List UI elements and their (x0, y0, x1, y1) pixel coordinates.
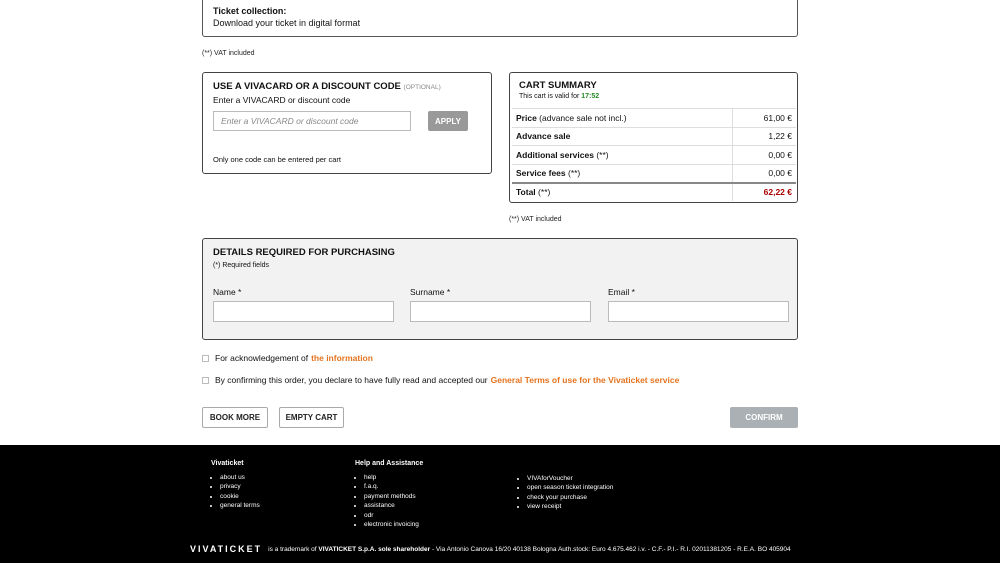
email-label: Email * (608, 287, 635, 297)
terms-consent-row: By confirming this order, you declare to… (202, 375, 679, 385)
cart-row-label: Price (516, 112, 537, 123)
cart-row-value: 0,00 € (731, 145, 796, 164)
cart-row-label: Additional services (516, 149, 594, 160)
trademark-company: VIVATICKET S.p.A. sole shareholder (318, 545, 431, 553)
footer-link-privacy[interactable]: privacy (220, 482, 260, 491)
cart-row-label: Service fees (516, 168, 566, 178)
footer-link-season-ticket[interactable]: open season ticket integration (527, 483, 613, 492)
footer-col-help: Help and Assistance help f.a.q. payment … (355, 460, 423, 529)
cart-validity: This cart is valid for 17:52 (519, 93, 599, 100)
footer-link-list: help f.a.q. payment methods assistance o… (355, 473, 423, 529)
required-fields-note: (*) Required fields (213, 262, 270, 269)
name-label: Name * (213, 287, 242, 297)
footer-link-electronic-invoicing[interactable]: electronic invoicing (364, 520, 423, 529)
footer-link-view-receipt[interactable]: view receipt (527, 502, 613, 511)
info-consent-checkbox[interactable] (202, 354, 209, 362)
footer-link-check-purchase[interactable]: check your purchase (527, 493, 613, 502)
name-field[interactable] (213, 301, 394, 322)
cart-row-value: 0,00 € (731, 163, 796, 183)
discount-title-text: USE A VIVACARD OR A DISCOUNT CODE (213, 81, 401, 92)
footer: Vivaticket about us privacy cookie gener… (0, 445, 1000, 563)
terms-consent-text: By confirming this order, you declare to… (215, 375, 488, 385)
cart-total-label: Total (516, 187, 536, 198)
trademark-post: - Via Antonio Canova 16/20 40138 Bologna… (431, 545, 791, 553)
confirm-button[interactable]: CONFIRM (730, 407, 798, 428)
email-field[interactable] (608, 301, 789, 322)
footer-link-list: about us privacy cookie general terms (211, 473, 260, 511)
collection-text: Download your ticket in digital format (213, 18, 361, 28)
surname-field[interactable] (410, 301, 591, 322)
discount-title: USE A VIVACARD OR A DISCOUNT CODE (OPTIO… (213, 81, 481, 92)
cart-row-value: 1,22 € (731, 126, 796, 146)
discount-note: Only one code can be entered per cart (213, 155, 341, 164)
cart-row-price: Price (advance sale not incl.) 61,00 € (512, 108, 796, 127)
cart-total-suffix: (**) (535, 187, 551, 198)
cart-title: CART SUMMARY (519, 80, 597, 91)
cart-row-suffix: (**) (565, 168, 581, 178)
cart-summary-box: CART SUMMARY This cart is valid for 17:5… (509, 72, 798, 203)
details-title: DETAILS REQUIRED FOR PURCHASING (213, 247, 395, 258)
collection-title: Ticket collection: (213, 6, 287, 16)
footer-col-vivaticket: Vivaticket about us privacy cookie gener… (211, 460, 260, 511)
footer-link-cookie[interactable]: cookie (220, 492, 260, 501)
info-consent-row: For acknowledgement of the information (202, 353, 373, 363)
discount-optional-label: (OPTIONAL) (403, 84, 441, 91)
footer-col-services: VIVAforVoucher open season ticket integr… (518, 474, 613, 512)
discount-subtitle: Enter a VIVACARD or discount code (213, 95, 351, 105)
cart-valid-time: 17:52 (581, 93, 600, 100)
cart-row-additional-services: Additional services (**) 0,00 € (512, 145, 796, 164)
info-consent-text: For acknowledgement of (215, 353, 309, 363)
footer-link-about-us[interactable]: about us (220, 473, 260, 482)
cart-row-value: 61,00 € (731, 108, 796, 127)
footer-link-payment-methods[interactable]: payment methods (364, 492, 423, 501)
footer-link-help[interactable]: help (364, 473, 423, 482)
terms-consent-checkbox[interactable] (202, 376, 209, 384)
cart-row-label: Advance sale (516, 131, 571, 142)
cart-row-service-fees: Service fees (**) 0,00 € (512, 163, 796, 183)
info-link[interactable]: the information (311, 353, 373, 363)
empty-cart-button[interactable]: EMPTY CART (279, 407, 344, 428)
footer-col-title: Vivaticket (211, 460, 244, 467)
cart-valid-text: This cart is valid for (519, 93, 580, 100)
vat-note: (**) VAT included (202, 50, 255, 57)
cart-row-total: Total (**) 62,22 € (512, 181, 796, 201)
footer-link-list: VIVAforVoucher open season ticket integr… (518, 474, 613, 512)
cart-total-value: 62,22 € (731, 181, 796, 201)
ticket-collection-box: Ticket collection: Download your ticket … (202, 0, 798, 37)
footer-link-odr[interactable]: odr (364, 511, 423, 520)
apply-button[interactable]: APPLY (428, 111, 468, 131)
cart-table: Price (advance sale not incl.) 61,00 € A… (512, 108, 796, 201)
vivaticket-logo: VIVATICKET (190, 544, 263, 554)
cart-row-advance-sale: Advance sale 1,22 € (512, 126, 796, 146)
cart-row-suffix: (**) (593, 149, 609, 160)
footer-link-faq[interactable]: f.a.q. (364, 482, 423, 491)
book-more-button[interactable]: BOOK MORE (202, 407, 268, 428)
discount-code-box: USE A VIVACARD OR A DISCOUNT CODE (OPTIO… (202, 72, 492, 174)
surname-label: Surname * (410, 287, 451, 297)
footer-col-title: Help and Assistance (355, 460, 424, 467)
cart-row-suffix: (advance sale not incl.) (536, 112, 627, 123)
purchase-details-box: DETAILS REQUIRED FOR PURCHASING (*) Requ… (202, 238, 798, 340)
footer-trademark: VIVATICKET is a trademark of VIVATICKET … (190, 544, 791, 554)
discount-code-input[interactable] (213, 111, 411, 131)
footer-link-vivaforvoucher[interactable]: VIVAforVoucher (527, 474, 613, 483)
cart-vat-note: (**) VAT included (509, 216, 562, 223)
footer-link-assistance[interactable]: assistance (364, 501, 423, 510)
footer-link-general-terms[interactable]: general terms (220, 501, 260, 510)
terms-link[interactable]: General Terms of use for the Vivaticket … (491, 375, 680, 385)
trademark-pre: is a trademark of (268, 545, 317, 553)
